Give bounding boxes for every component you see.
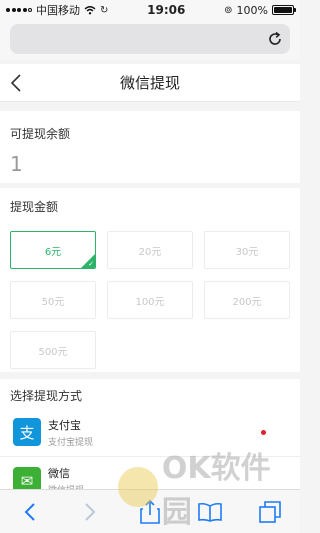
amount-option-label: 6元 [44,246,62,258]
method-label: 选择提现方式 [10,389,83,403]
reload-icon[interactable] [266,30,284,48]
radio-dot[interactable] [261,430,266,435]
amount-option-label: 100元 [135,296,165,308]
amount-option-label: 50元 [41,296,65,308]
battery-icon [272,5,296,15]
page-title: 微信提现 [119,74,180,92]
amount-label: 提现金额 [10,200,59,214]
amount-option-label: 200元 [232,296,262,308]
balance-value: 1 [10,152,23,176]
amount-option[interactable]: 100元 [107,281,193,319]
status-time: 19:06 [147,3,186,17]
checkmark-icon: ✓ [88,260,94,268]
method-text: 支付宝 支付宝提现 [48,417,93,448]
wechat-icon-glyph: ✉ [20,471,34,490]
loading-icon: ↻ [100,4,109,16]
carrier-label: 中国移动 [36,4,80,17]
share-button[interactable] [137,499,163,525]
method-name: 支付宝 [48,418,81,432]
back-button[interactable] [17,499,43,525]
battery-fill [274,7,292,13]
amount-option-label: 30元 [235,246,259,258]
amount-option[interactable]: 500元 [10,331,96,369]
method-row-alipay[interactable]: 支 支付宝 支付宝提现 [0,408,300,456]
tabs-button[interactable] [257,499,283,525]
url-area [0,20,300,60]
amount-option[interactable]: 30元 [204,231,290,269]
amount-option[interactable]: 200元 [204,281,290,319]
browser-toolbar [0,489,300,533]
amount-grid: 6元 ✓ 20元 30元 50元 100元 200元 500元 [10,231,290,369]
method-section: 选择提现方式 支 支付宝 支付宝提现 ✉ 微信 微信提现 [0,379,300,502]
share-icon [140,499,160,524]
tabs-icon [259,500,281,523]
url-bar[interactable] [10,24,290,54]
bookmarks-button[interactable] [197,499,223,525]
balance-section: 可提现余额 1 [0,111,300,183]
status-right: ⊚ 100% [224,3,296,17]
balance-label: 可提现余额 [10,127,71,141]
method-desc: 支付宝提现 [48,437,94,448]
battery-percent: 100% [236,3,268,17]
chevron-left-icon[interactable] [8,73,26,93]
status-bar: 中国移动 ↻ 19:06 ⊚ 100% [0,0,300,20]
status-left: 中国移动 ↻ [6,2,108,18]
alipay-icon: 支 [13,418,41,446]
wifi-icon [84,6,96,15]
alipay-icon-glyph: 支 [19,423,35,442]
amount-section: 提现金额 6元 ✓ 20元 30元 50元 100元 200元 500元 [0,188,300,372]
amount-option-label: 500元 [38,346,68,358]
back-arrow-icon [24,502,35,521]
orientation-lock-icon: ⊚ [224,4,233,16]
book-icon [198,502,222,522]
amount-option[interactable]: 20元 [107,231,193,269]
nav-header: 微信提现 [0,64,300,102]
amount-option[interactable]: 6元 ✓ [10,231,96,269]
forward-button[interactable] [77,499,103,525]
method-name: 微信 [48,467,70,480]
amount-option[interactable]: 50元 [10,281,96,319]
amount-option-label: 20元 [138,246,162,258]
signal-icon [6,8,32,12]
forward-arrow-icon [85,502,96,521]
